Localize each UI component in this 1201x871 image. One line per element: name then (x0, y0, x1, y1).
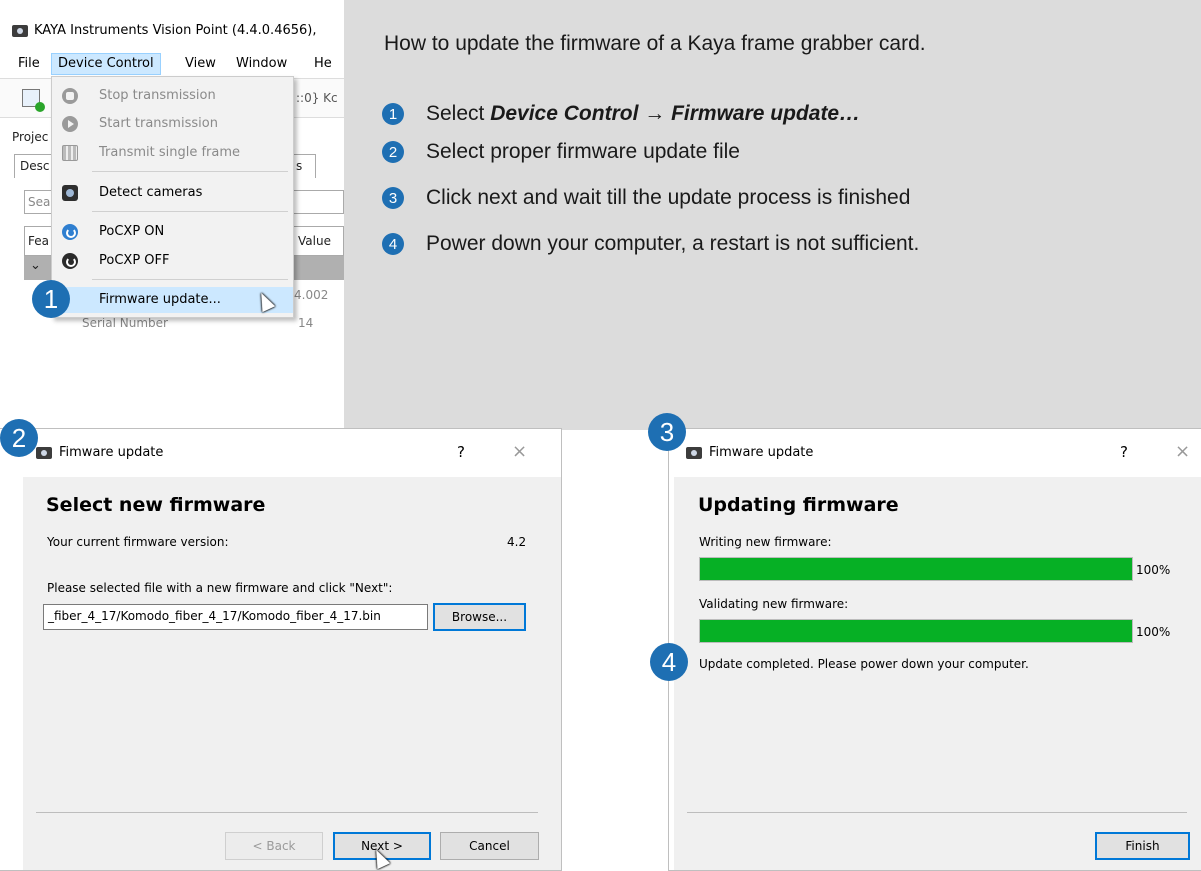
dialog-heading: Updating firmware (698, 494, 899, 516)
device-control-dropdown: Stop transmission Start transmission Tra… (51, 76, 294, 318)
validating-progress-fill (700, 620, 1132, 642)
window-title: KAYA Instruments Vision Point (4.4.0.465… (12, 23, 316, 38)
menu-item-label: Stop transmission (99, 88, 216, 103)
menu-view[interactable]: View (179, 53, 222, 75)
instruction-step-1: 1 Select Device Control → Firmware updat… (382, 99, 860, 129)
updating-firmware-dialog: Fimware update ? × Updating firmware Wri… (668, 428, 1201, 871)
menu-separator (92, 171, 288, 172)
step-bold-path: Device Control → Firmware update… (490, 102, 861, 125)
version-value: 4.002 (294, 288, 329, 302)
writing-label: Writing new firmware: (699, 535, 832, 549)
step-bullet: 1 (382, 103, 404, 125)
writing-progress-fill (700, 558, 1132, 580)
new-project-icon[interactable] (22, 89, 45, 112)
menu-separator (92, 211, 288, 212)
value-column-header: Value (298, 234, 331, 248)
menu-item-pocxp-off[interactable]: PoCXP OFF (52, 249, 293, 273)
dialog-divider (36, 812, 538, 813)
dialog-title: Fimware update (59, 445, 164, 460)
menu-item-label: PoCXP ON (99, 224, 165, 239)
validating-label: Validating new firmware: (699, 597, 849, 611)
menu-item-start-transmission[interactable]: Start transmission (52, 112, 293, 136)
validating-percent: 100% (1136, 625, 1171, 639)
step-prefix: Select (426, 102, 491, 125)
projects-label: Projec (12, 130, 49, 144)
menu-device-control[interactable]: Device Control (51, 53, 161, 75)
instruction-title: How to update the firmware of a Kaya fra… (384, 32, 926, 55)
current-version-label: Your current firmware version: (47, 535, 229, 549)
menu-item-transmit-single-frame[interactable]: Transmit single frame (52, 141, 293, 165)
instruction-step-3: 3 Click next and wait till the update pr… (382, 183, 910, 213)
dialog-body: Updating firmware Writing new firmware: … (674, 477, 1201, 870)
app-camera-icon (686, 447, 702, 459)
step-bullet: 2 (382, 141, 404, 163)
desc-tab-label: Desc (20, 159, 50, 173)
current-version-value: 4.2 (507, 535, 527, 549)
menu-window[interactable]: Window (230, 53, 293, 75)
dialog-divider (687, 812, 1187, 813)
power-on-icon (62, 224, 78, 240)
menu-item-label: Detect cameras (99, 185, 203, 200)
browse-button[interactable]: Browse... (433, 603, 526, 631)
step-badge-1: 1 (32, 280, 70, 318)
back-button[interactable]: < Back (225, 832, 323, 860)
step-bullet: 4 (382, 233, 404, 255)
side-tab-label: s (296, 159, 303, 173)
window-title-text: KAYA Instruments Vision Point (4.4.0.465… (34, 23, 317, 38)
menu-item-stop-transmission[interactable]: Stop transmission (52, 84, 293, 108)
cancel-button[interactable]: Cancel (440, 832, 539, 860)
menu-help[interactable]: He (308, 53, 338, 75)
instruction-panel (344, 0, 1201, 430)
step-badge-3: 3 (648, 413, 686, 451)
film-icon (62, 145, 78, 161)
step-text: Select proper firmware update file (426, 140, 740, 163)
writing-percent: 100% (1136, 563, 1171, 577)
close-button[interactable]: × (1175, 441, 1190, 462)
feature-column-header: Fea (28, 234, 49, 248)
dialog-body: Select new firmware Your current firmwar… (23, 477, 561, 870)
step-badge-4: 4 (650, 643, 688, 681)
menu-file[interactable]: File (12, 53, 46, 75)
step-bullet: 3 (382, 187, 404, 209)
step-text: Power down your computer, a restart is n… (426, 232, 920, 255)
serial-number-value: 14 (298, 316, 314, 330)
app-camera-icon (12, 24, 28, 37)
validating-progress-bar (699, 619, 1133, 643)
dialog-title-bar: Fimware update ? × (669, 429, 1201, 477)
select-firmware-dialog: Fimware update ? × Select new firmware Y… (0, 428, 562, 871)
play-icon (62, 116, 78, 132)
finish-button[interactable]: Finish (1095, 832, 1190, 860)
menu-item-label: Firmware update... (99, 292, 221, 307)
instruction-label: Please selected file with a new firmware… (47, 581, 393, 595)
menu-item-label: PoCXP OFF (99, 253, 170, 268)
menu-item-label: Start transmission (99, 116, 218, 131)
serial-number-label: Serial Number (82, 316, 168, 330)
toolbar-device-text: ::0} Kc (296, 91, 338, 105)
camera-icon (62, 185, 78, 201)
instruction-step-2: 2 Select proper firmware update file (382, 137, 740, 167)
app-camera-icon (36, 447, 52, 459)
chevron-down-icon[interactable]: ⌄ (30, 258, 41, 273)
menu-item-label: Transmit single frame (99, 145, 241, 160)
dialog-title-bar: Fimware update ? × (0, 429, 561, 477)
dialog-heading: Select new firmware (46, 494, 266, 516)
menu-item-pocxp-on[interactable]: PoCXP ON (52, 220, 293, 244)
help-button[interactable]: ? (1120, 443, 1128, 461)
instruction-step-4: 4 Power down your computer, a restart is… (382, 229, 919, 259)
menu-separator (92, 279, 288, 280)
dialog-title: Fimware update (709, 445, 814, 460)
firmware-path-input[interactable]: _fiber_4_17/Komodo_fiber_4_17/Komodo_fib… (43, 604, 428, 630)
writing-progress-bar (699, 557, 1133, 581)
power-off-icon (62, 253, 78, 269)
menu-item-detect-cameras[interactable]: Detect cameras (52, 181, 293, 205)
completion-message: Update completed. Please power down your… (699, 657, 1029, 671)
step-text: Click next and wait till the update proc… (426, 186, 911, 209)
step-badge-2: 2 (0, 419, 38, 457)
help-button[interactable]: ? (457, 443, 465, 461)
close-button[interactable]: × (512, 441, 527, 462)
stop-icon (62, 88, 78, 104)
menu-bar: File Device Control View Window He (0, 53, 344, 75)
